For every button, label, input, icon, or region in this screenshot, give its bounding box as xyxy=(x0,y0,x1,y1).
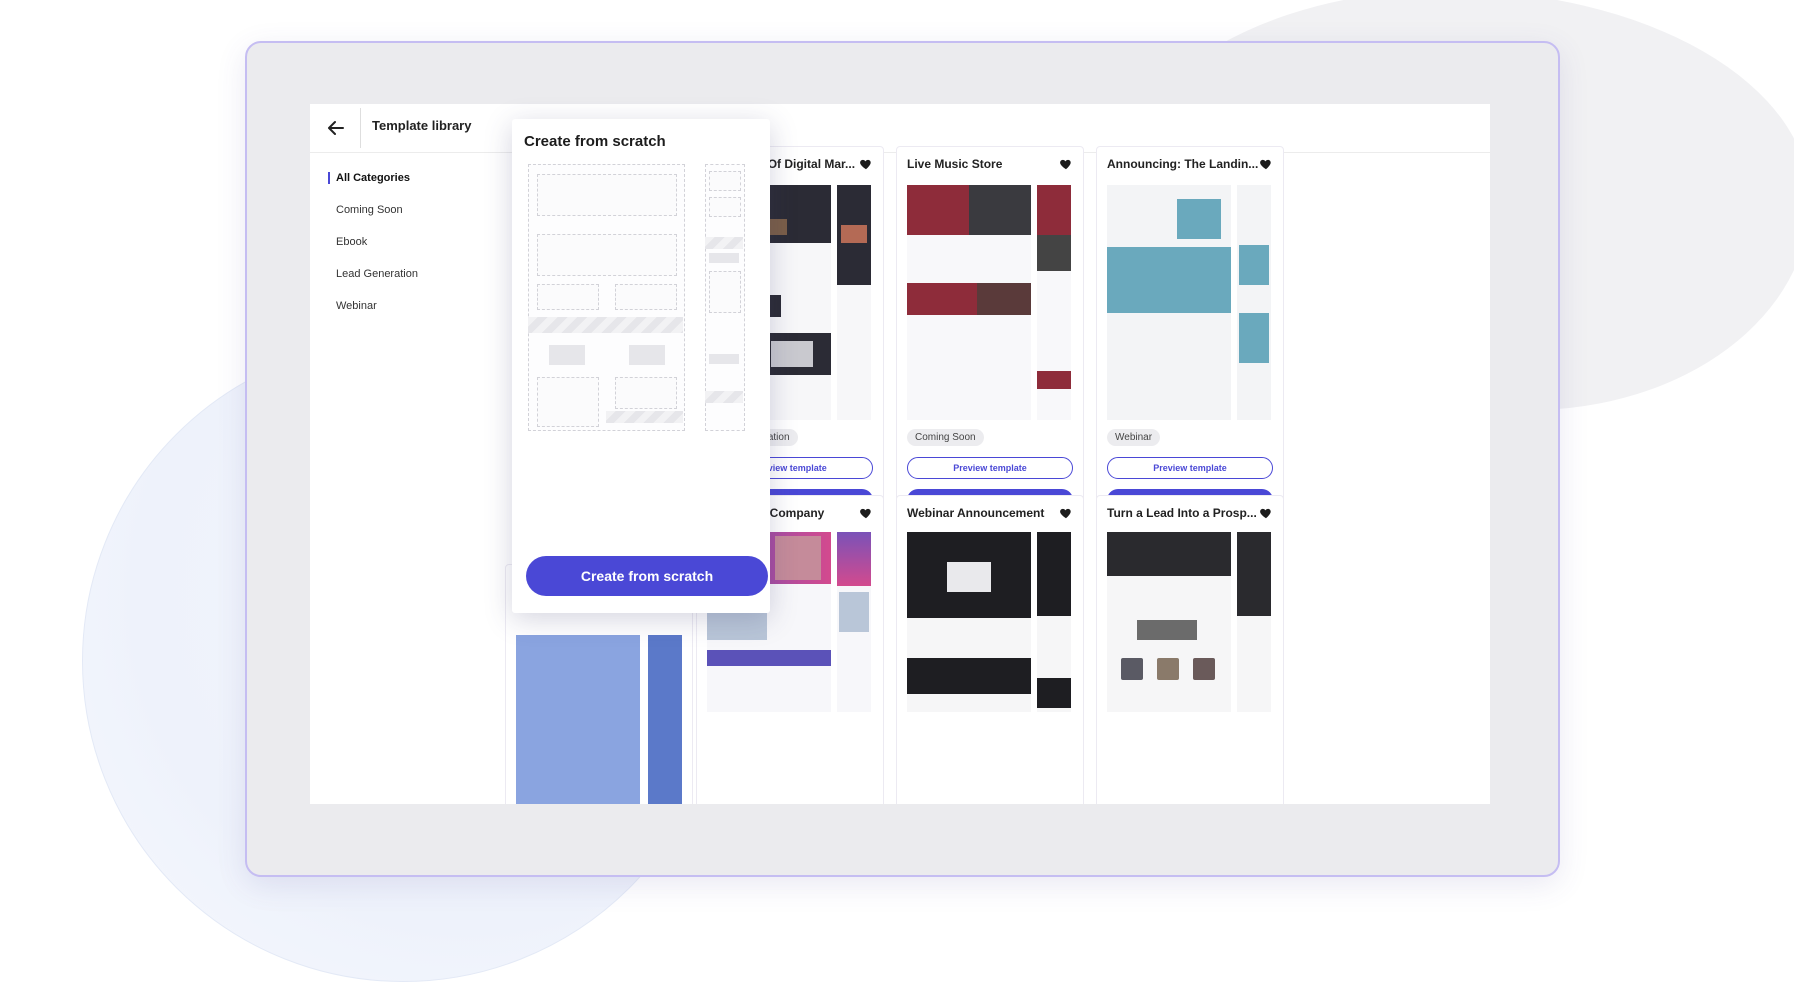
header-divider xyxy=(360,108,361,148)
sidebar-item-all-categories[interactable]: All Categories xyxy=(328,172,410,184)
heart-icon[interactable] xyxy=(1259,157,1273,171)
create-from-scratch-button[interactable]: Create from scratch xyxy=(526,556,768,596)
preview-template-button[interactable]: Preview template xyxy=(1107,457,1273,479)
arrow-left-icon xyxy=(328,121,344,135)
template-thumbnail xyxy=(907,532,1031,712)
template-card[interactable]: Announcing: The Landin... Webinar Previe… xyxy=(1096,146,1284,522)
category-badge: Webinar xyxy=(1107,429,1161,446)
template-thumbnail-mobile xyxy=(837,532,871,712)
preview-template-button[interactable]: Preview template xyxy=(907,457,1073,479)
template-thumbnail-mobile xyxy=(1237,532,1271,712)
template-card[interactable]: Webinar Announcement xyxy=(896,495,1084,804)
template-card-title: Live Music Store xyxy=(907,157,1003,171)
template-card-title: Turn a Lead Into a Prosp... xyxy=(1107,506,1257,520)
panel-title: Create from scratch xyxy=(524,133,666,150)
template-card-title: Announcing: The Landin... xyxy=(1107,157,1259,171)
template-thumbnail xyxy=(1107,532,1231,712)
sidebar-item-webinar[interactable]: Webinar xyxy=(328,300,377,312)
sidebar-item-ebook[interactable]: Ebook xyxy=(328,236,367,248)
template-library-app: Template library All Categories Coming S… xyxy=(310,104,1490,804)
template-thumbnail xyxy=(516,635,640,804)
template-thumbnail-mobile xyxy=(648,635,682,804)
template-thumbnail xyxy=(907,185,1031,420)
template-card[interactable]: Turn a Lead Into a Prosp... xyxy=(1096,495,1284,804)
category-sidebar: All Categories Coming Soon Ebook Lead Ge… xyxy=(310,152,510,804)
template-thumbnail-mobile xyxy=(1237,185,1271,420)
template-card-title: Webinar Announcement xyxy=(907,506,1045,520)
heart-icon[interactable] xyxy=(1259,506,1273,520)
template-thumbnail-mobile xyxy=(837,185,871,420)
heart-icon[interactable] xyxy=(1059,506,1073,520)
sidebar-item-lead-generation[interactable]: Lead Generation xyxy=(328,268,418,280)
category-badge: Coming Soon xyxy=(907,429,984,446)
heart-icon[interactable] xyxy=(859,157,873,171)
template-thumbnail xyxy=(1107,185,1231,420)
page-title: Template library xyxy=(372,118,472,133)
template-card[interactable]: Live Music Store Coming Soon Preview tem… xyxy=(896,146,1084,522)
template-thumbnail-mobile xyxy=(1037,532,1071,712)
create-from-scratch-panel: Create from scratch Create from scratch xyxy=(512,119,770,613)
heart-icon[interactable] xyxy=(859,506,873,520)
heart-icon[interactable] xyxy=(1059,157,1073,171)
sidebar-item-coming-soon[interactable]: Coming Soon xyxy=(328,204,403,216)
template-thumbnail-mobile xyxy=(1037,185,1071,420)
back-button[interactable] xyxy=(324,116,348,140)
